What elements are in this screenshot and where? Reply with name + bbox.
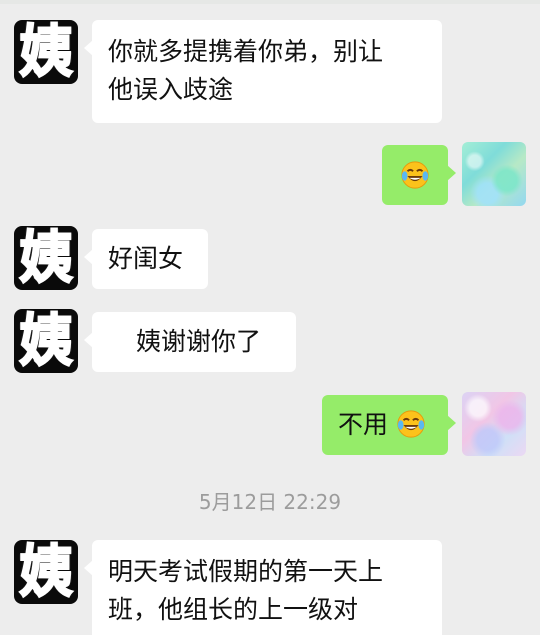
message-text: 姨谢谢你了 [136, 327, 262, 356]
message-text-line: 明天考试假期的第一天上 [108, 557, 384, 586]
avatar-glyph: 姨 [18, 309, 73, 373]
avatar-glyph: 姨 [18, 226, 73, 290]
message-text: 好闺女 [108, 244, 184, 273]
crying-laughing-emoji [397, 410, 425, 438]
message-bubble-incoming[interactable]: 明天考试假期的第一天上 班，他组长的上一级对 [84, 540, 442, 635]
my-avatar[interactable] [462, 142, 526, 206]
message-bubble-outgoing[interactable] [382, 145, 456, 205]
message-text: 不用 [338, 410, 389, 439]
contact-avatar[interactable]: 姨 [14, 309, 78, 373]
chat-view: 姨 你就多提携着你弟，别让 他误入歧途 姨 好闺女 姨 姨谢谢你了 不用 5月1… [0, 0, 540, 635]
message-text-line: 你就多提携着你弟，别让 [108, 37, 384, 66]
contact-avatar[interactable]: 姨 [14, 20, 78, 84]
message-text-line: 他误入歧途 [108, 75, 234, 104]
top-divider [0, 0, 540, 4]
message-timestamp: 5月12日 22:29 [198, 490, 342, 514]
my-avatar[interactable] [462, 392, 526, 456]
contact-avatar[interactable]: 姨 [14, 540, 78, 604]
message-bubble-outgoing[interactable]: 不用 [322, 395, 456, 455]
crying-laughing-emoji [401, 161, 429, 189]
avatar-glyph: 姨 [18, 20, 73, 84]
message-bubble-incoming[interactable]: 你就多提携着你弟，别让 他误入歧途 [84, 20, 442, 123]
message-text-line: 班，他组长的上一级对 [108, 595, 359, 624]
message-bubble-incoming[interactable]: 姨谢谢你了 [84, 312, 296, 372]
message-bubble-incoming[interactable]: 好闺女 [84, 229, 208, 289]
avatar-glyph: 姨 [18, 540, 73, 604]
contact-avatar[interactable]: 姨 [14, 226, 78, 290]
